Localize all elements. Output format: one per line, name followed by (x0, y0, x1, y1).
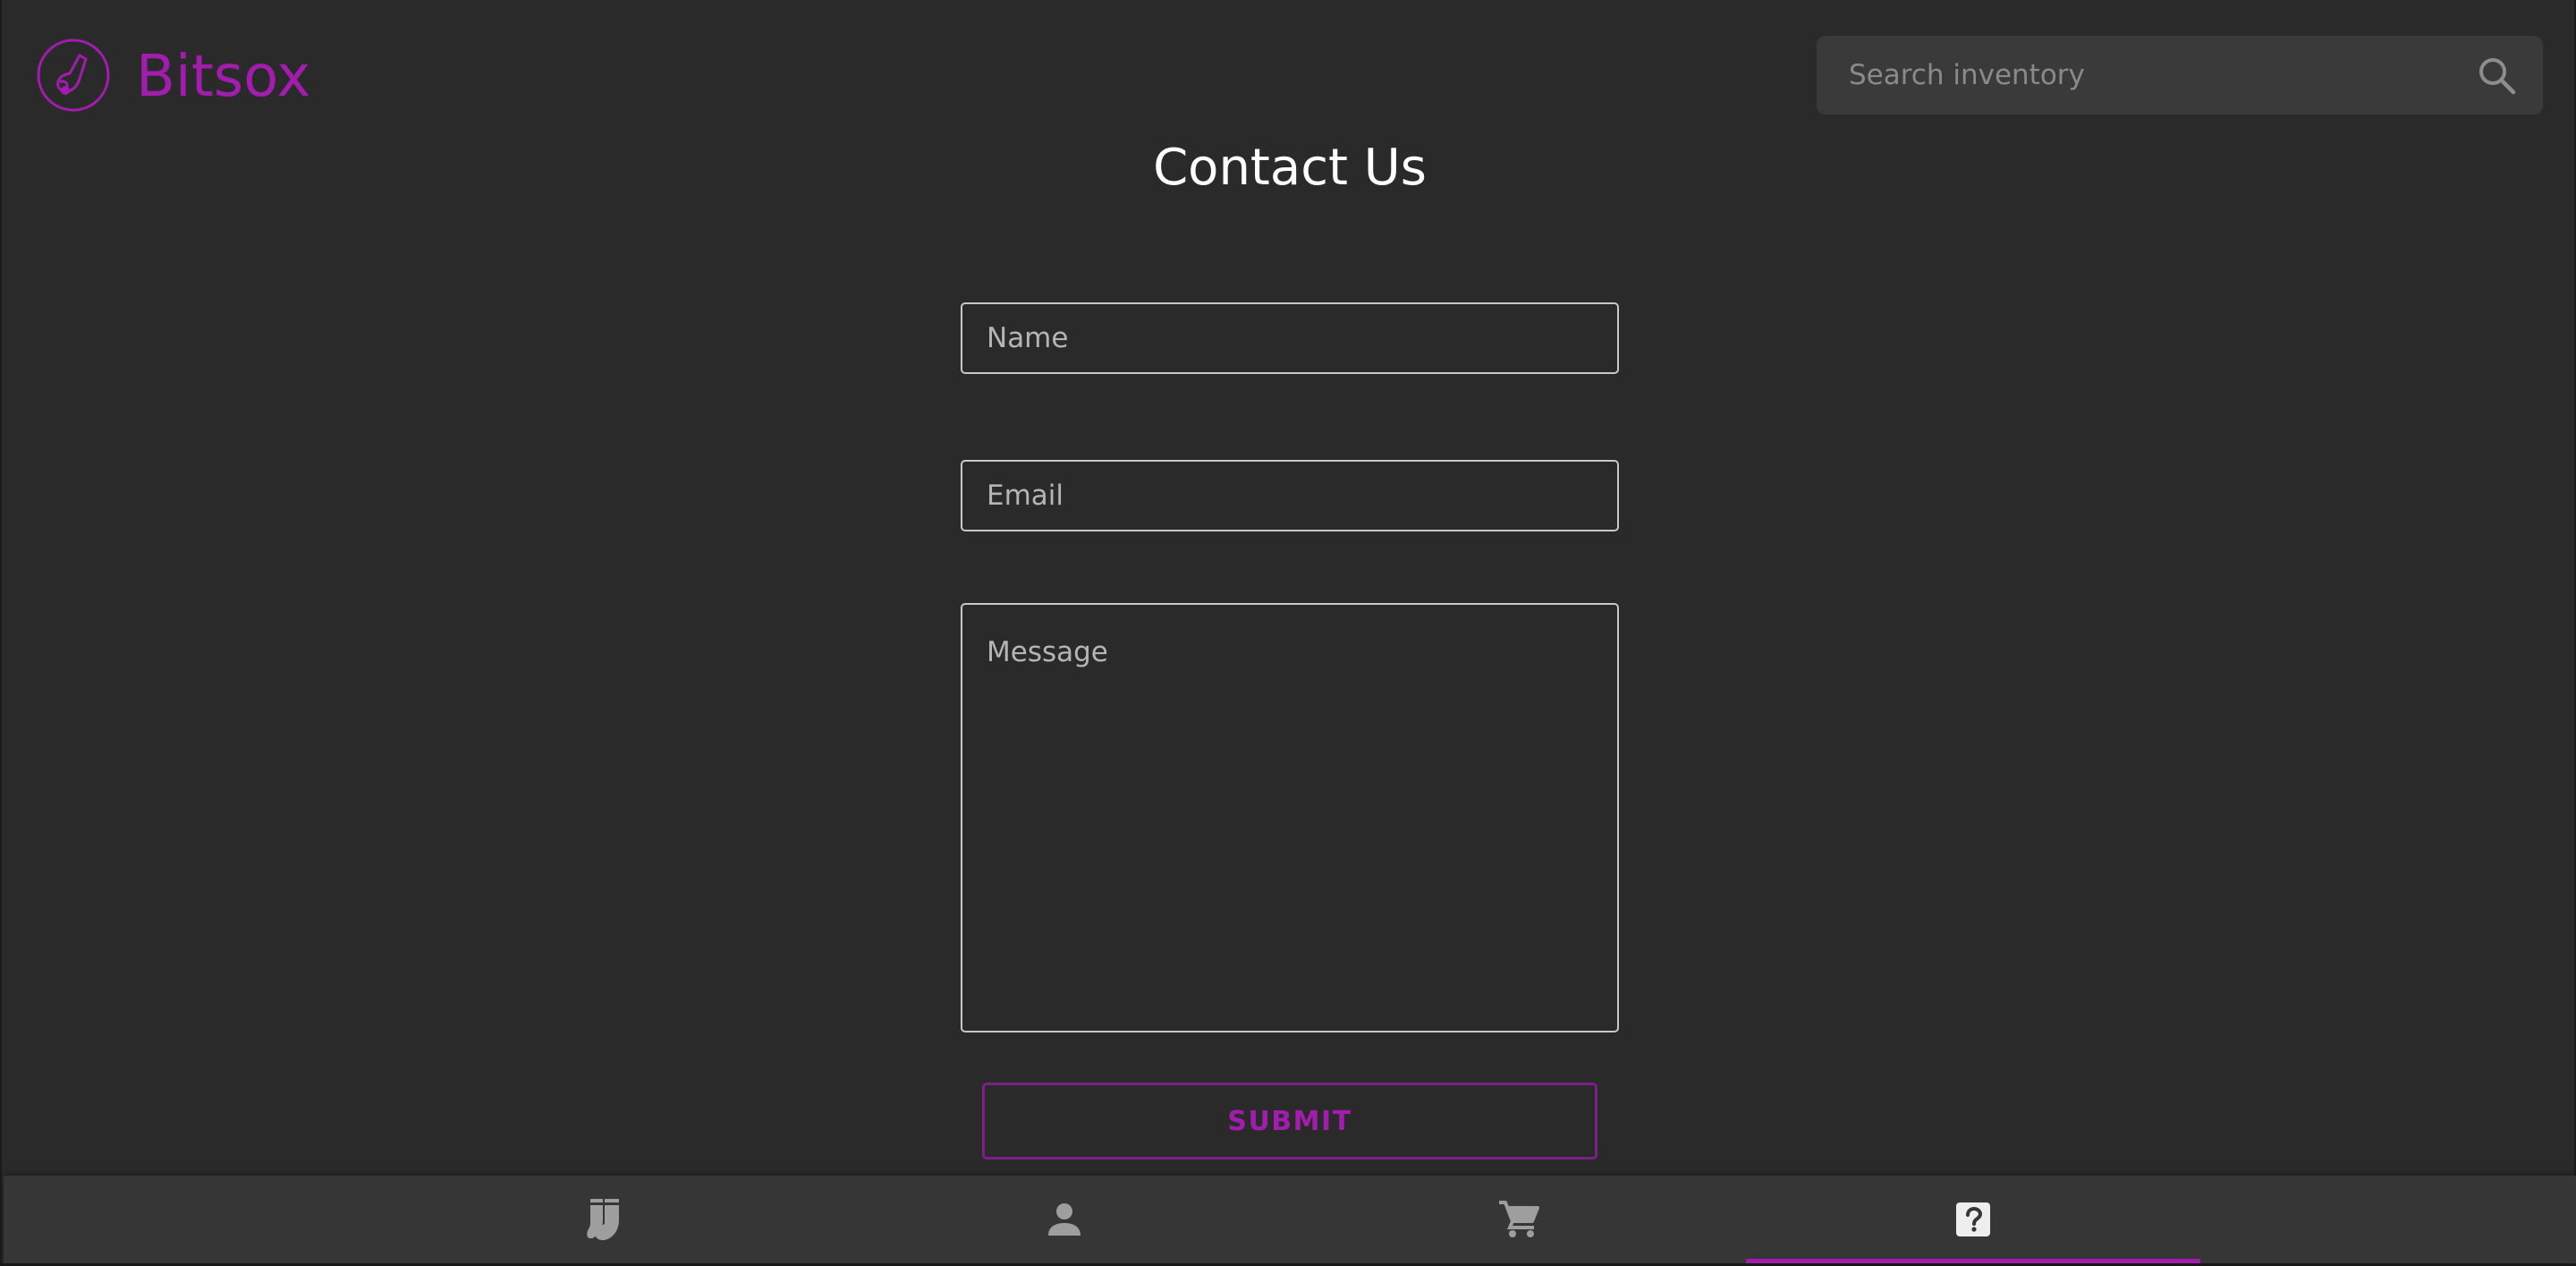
page-title: Contact Us (1153, 139, 1427, 197)
search-icon[interactable] (2477, 55, 2516, 95)
person-icon (1046, 1202, 1082, 1237)
message-field[interactable] (961, 603, 1619, 1032)
search-bar[interactable] (1817, 36, 2543, 115)
submit-button[interactable]: SUBMIT (982, 1083, 1597, 1160)
active-tab-indicator (1746, 1259, 2200, 1263)
cart-icon (1498, 1200, 1539, 1239)
nav-item-socks[interactable] (383, 1176, 837, 1263)
help-icon (1955, 1202, 1991, 1237)
nav-item-cart[interactable] (1292, 1176, 1746, 1263)
nav-item-account[interactable] (837, 1176, 1292, 1263)
bottom-navigation (4, 1176, 2576, 1263)
email-field[interactable] (961, 460, 1619, 531)
sock-logo-icon[interactable] (36, 38, 111, 113)
name-field[interactable] (961, 302, 1619, 374)
socks-icon (587, 1197, 633, 1242)
search-input[interactable] (1849, 36, 2457, 115)
nav-item-help[interactable] (1746, 1176, 2200, 1263)
app-window: Bitsox Contact Us SUBMIT (0, 0, 2576, 1266)
brand-name[interactable]: Bitsox (136, 39, 310, 115)
